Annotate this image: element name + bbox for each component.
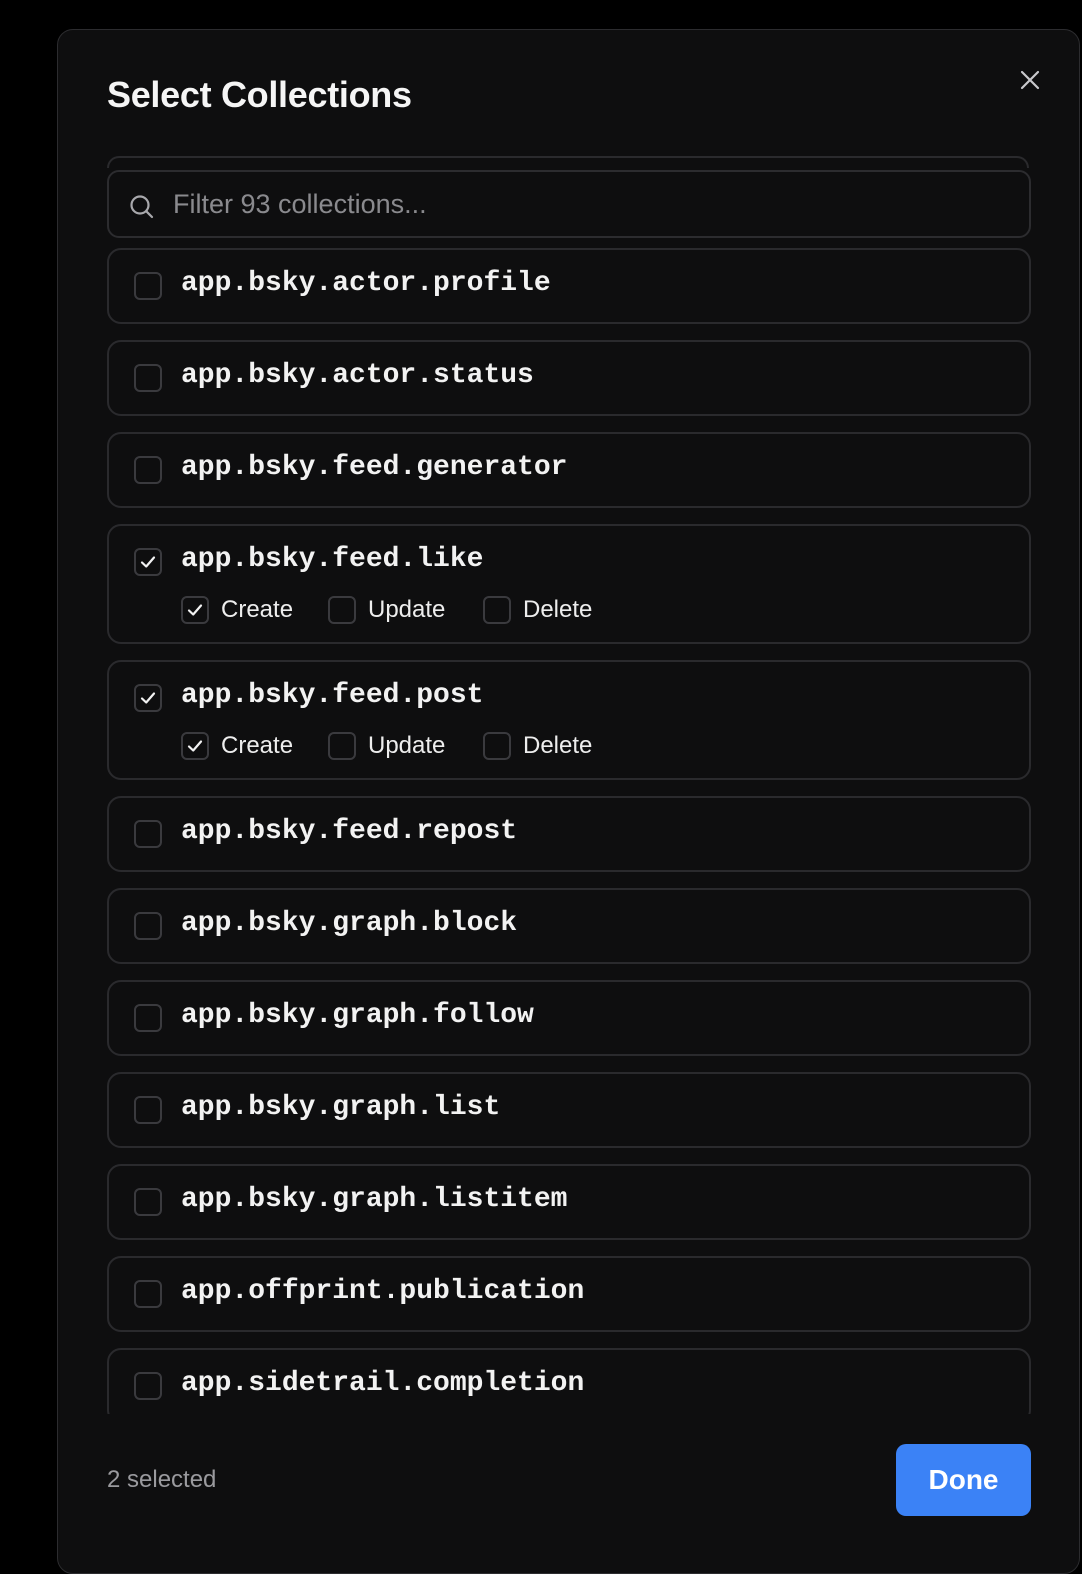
collection-checkbox[interactable] [134, 912, 162, 940]
collection-label: app.bsky.graph.list [181, 1092, 501, 1123]
check-icon [187, 604, 203, 616]
collection-checkbox[interactable] [134, 1004, 162, 1032]
permission-checkbox[interactable] [181, 596, 209, 624]
permission-checkbox[interactable] [328, 596, 356, 624]
collection-checkbox[interactable] [134, 1280, 162, 1308]
done-button[interactable]: Done [896, 1444, 1031, 1516]
permission-label: Create [221, 732, 294, 759]
dialog-title: Select Collections [107, 74, 412, 115]
collection-checkbox[interactable] [134, 364, 162, 392]
search-input[interactable] [173, 172, 1013, 236]
collection-label: app.bsky.graph.follow [181, 1000, 534, 1031]
check-icon [140, 556, 156, 568]
collection-label: app.bsky.feed.like [181, 544, 484, 575]
list-top-edge [107, 156, 1029, 168]
collection-label: app.sidetrail.completion [181, 1368, 585, 1399]
collection-label: app.bsky.graph.listitem [181, 1184, 568, 1215]
collection-item[interactable]: app.bsky.graph.block [107, 888, 1031, 964]
search-icon [130, 195, 154, 219]
check-icon [140, 692, 156, 704]
collection-label: app.bsky.actor.profile [181, 268, 551, 299]
collections-scroll-area[interactable]: app.bsky.actor.profile app.bsky.actor.sta… [107, 156, 1031, 1414]
permission-label: Update [368, 596, 446, 623]
collection-item[interactable]: app.offprint.publication [107, 1256, 1031, 1332]
collection-item[interactable]: app.bsky.graph.follow [107, 980, 1031, 1056]
collection-checkbox[interactable] [134, 548, 162, 576]
collection-item[interactable]: app.bsky.graph.list [107, 1072, 1031, 1148]
collection-item[interactable]: app.bsky.actor.status [107, 340, 1031, 416]
collection-checkbox[interactable] [134, 1372, 162, 1400]
collection-item[interactable]: app.bsky.actor.profile [107, 248, 1031, 324]
collection-item[interactable]: app.bsky.graph.listitem [107, 1164, 1031, 1240]
close-icon [1020, 70, 1040, 90]
collection-label: app.bsky.feed.generator [181, 452, 568, 483]
permission-label: Update [368, 732, 446, 759]
collection-label: app.bsky.feed.post [181, 680, 484, 711]
collection-item[interactable]: app.bsky.feed.post Create Update Delete [107, 660, 1031, 780]
collection-item[interactable]: app.bsky.feed.repost [107, 796, 1031, 872]
collection-checkbox[interactable] [134, 820, 162, 848]
collection-item[interactable]: app.bsky.feed.like Create Update Delete [107, 524, 1031, 644]
collection-checkbox[interactable] [134, 1188, 162, 1216]
selection-count: 2 selected [107, 1466, 217, 1493]
permission-checkbox[interactable] [483, 596, 511, 624]
select-collections-dialog: Select Collections app.bsky.actor.profil… [57, 29, 1080, 1574]
permission-label: Delete [523, 732, 593, 759]
search-box [107, 170, 1031, 238]
close-button[interactable] [1014, 64, 1046, 96]
permission-checkbox[interactable] [181, 732, 209, 760]
collection-item[interactable]: app.bsky.feed.generator [107, 432, 1031, 508]
permission-checkbox[interactable] [328, 732, 356, 760]
collection-checkbox[interactable] [134, 272, 162, 300]
permission-label: Delete [523, 596, 593, 623]
collection-checkbox[interactable] [134, 456, 162, 484]
collection-item[interactable]: app.sidetrail.completion [107, 1348, 1031, 1414]
permission-label: Create [221, 596, 294, 623]
collection-label: app.bsky.graph.block [181, 908, 518, 939]
collection-label: app.offprint.publication [181, 1276, 585, 1307]
collection-checkbox[interactable] [134, 1096, 162, 1124]
collection-label: app.bsky.actor.status [181, 360, 534, 391]
collection-checkbox[interactable] [134, 684, 162, 712]
check-icon [187, 740, 203, 752]
permission-checkbox[interactable] [483, 732, 511, 760]
collection-label: app.bsky.feed.repost [181, 816, 518, 847]
